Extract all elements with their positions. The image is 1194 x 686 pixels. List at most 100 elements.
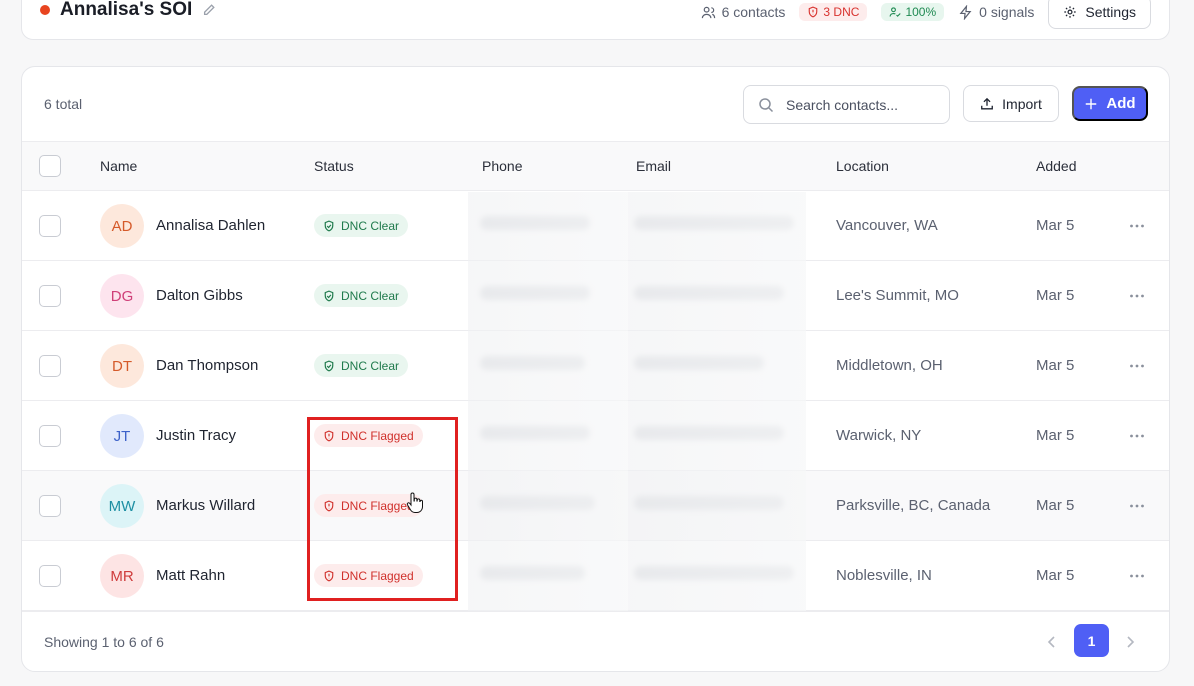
column-header-phone[interactable]: Phone bbox=[482, 158, 522, 174]
table-row[interactable]: DG Dalton Gibbs DNC Clear Lee's Summit, … bbox=[22, 261, 1169, 331]
list-header-card: Annalisa's SOI 6 contacts 3 DNC 100% 0 s… bbox=[21, 0, 1170, 40]
select-all-checkbox[interactable] bbox=[39, 155, 61, 177]
column-header-location[interactable]: Location bbox=[836, 158, 889, 174]
dnc-count-label: 3 DNC bbox=[823, 5, 860, 19]
avatar: MW bbox=[100, 484, 144, 528]
row-checkbox[interactable] bbox=[39, 565, 61, 587]
column-header-added[interactable]: Added bbox=[1036, 158, 1076, 174]
redacted-phone bbox=[480, 496, 595, 510]
add-button-label: Add bbox=[1106, 95, 1136, 112]
status-badge-label: DNC Clear bbox=[341, 358, 400, 373]
contact-name[interactable]: Annalisa Dahlen bbox=[156, 217, 265, 234]
status-badge-label: DNC Flagged bbox=[341, 428, 414, 443]
avatar: DG bbox=[100, 274, 144, 318]
contacts-count: 6 contacts bbox=[701, 4, 785, 20]
shield-icon bbox=[809, 6, 818, 18]
more-options-icon[interactable] bbox=[1128, 287, 1146, 305]
redacted-email bbox=[634, 356, 764, 370]
avatar: JT bbox=[100, 414, 144, 458]
lightning-icon bbox=[959, 4, 972, 20]
status-badge: DNC Flagged bbox=[314, 494, 423, 517]
status-badge: DNC Flagged bbox=[314, 564, 423, 587]
contact-added-date: Mar 5 bbox=[1036, 217, 1075, 234]
shield-check-icon bbox=[324, 219, 334, 232]
pencil-icon[interactable] bbox=[202, 3, 216, 17]
header-stats: 6 contacts 3 DNC 100% 0 signals Settings bbox=[701, 0, 1151, 29]
row-checkbox[interactable] bbox=[39, 285, 61, 307]
contact-added-date: Mar 5 bbox=[1036, 497, 1075, 514]
status-badge: DNC Clear bbox=[314, 284, 409, 307]
table-row[interactable]: MW Markus Willard DNC Flagged Parksville… bbox=[22, 471, 1169, 541]
contact-location: Vancouver, WA bbox=[836, 217, 938, 234]
redacted-phone bbox=[480, 216, 590, 230]
contact-name[interactable]: Dalton Gibbs bbox=[156, 287, 243, 304]
gear-icon bbox=[1064, 6, 1077, 18]
column-header-email[interactable]: Email bbox=[636, 158, 671, 174]
contact-location: Noblesville, IN bbox=[836, 567, 932, 584]
table-row[interactable]: DT Dan Thompson DNC Clear Middletown, OH… bbox=[22, 331, 1169, 401]
status-badge: DNC Clear bbox=[314, 354, 409, 377]
more-options-icon[interactable] bbox=[1128, 217, 1146, 235]
row-checkbox[interactable] bbox=[39, 425, 61, 447]
add-button[interactable]: Add bbox=[1072, 86, 1148, 121]
more-options-icon[interactable] bbox=[1128, 427, 1146, 445]
redacted-phone bbox=[480, 356, 585, 370]
row-checkbox[interactable] bbox=[39, 215, 61, 237]
settings-button[interactable]: Settings bbox=[1048, 0, 1151, 29]
contact-name[interactable]: Matt Rahn bbox=[156, 567, 225, 584]
more-options-icon[interactable] bbox=[1128, 567, 1146, 585]
table-toolbar: 6 total Import Add bbox=[22, 67, 1169, 141]
redacted-email bbox=[634, 566, 794, 580]
more-options-icon[interactable] bbox=[1128, 357, 1146, 375]
signals-count-label: 0 signals bbox=[979, 4, 1035, 20]
shield-alert-icon bbox=[324, 570, 334, 581]
list-title-group: Annalisa's SOI bbox=[40, 0, 216, 21]
list-title: Annalisa's SOI bbox=[60, 0, 193, 20]
users-icon bbox=[701, 6, 715, 18]
contact-added-date: Mar 5 bbox=[1036, 357, 1075, 374]
column-header-name[interactable]: Name bbox=[100, 158, 137, 174]
table-row[interactable]: MR Matt Rahn DNC Flagged Noblesville, IN… bbox=[22, 541, 1169, 611]
total-count: 6 total bbox=[44, 96, 83, 112]
dnc-count-badge: 3 DNC bbox=[799, 3, 868, 21]
avatar: MR bbox=[100, 554, 144, 598]
import-button-label: Import bbox=[1002, 95, 1042, 112]
contact-added-date: Mar 5 bbox=[1036, 567, 1075, 584]
contact-name[interactable]: Markus Willard bbox=[156, 497, 255, 514]
avatar: DT bbox=[100, 344, 144, 388]
redacted-phone bbox=[480, 566, 585, 580]
chevron-left-icon[interactable] bbox=[1044, 634, 1060, 650]
table-footer: Showing 1 to 6 of 6 1 bbox=[22, 611, 1169, 671]
contact-name[interactable]: Justin Tracy bbox=[156, 427, 236, 444]
contact-added-date: Mar 5 bbox=[1036, 287, 1075, 304]
redacted-phone bbox=[480, 426, 590, 440]
status-dot bbox=[40, 5, 50, 15]
upload-icon bbox=[981, 97, 994, 109]
page-button-current[interactable]: 1 bbox=[1074, 624, 1109, 657]
contacts-table-card: 6 total Import Add Name Status Phone Ema… bbox=[21, 66, 1170, 672]
redacted-email bbox=[634, 426, 784, 440]
status-badge-label: DNC Flagged bbox=[341, 498, 414, 513]
row-checkbox[interactable] bbox=[39, 495, 61, 517]
more-options-icon[interactable] bbox=[1128, 497, 1146, 515]
import-button[interactable]: Import bbox=[963, 85, 1059, 122]
table-row[interactable]: AD Annalisa Dahlen DNC Clear Vancouver, … bbox=[22, 191, 1169, 261]
status-badge-label: DNC Flagged bbox=[341, 568, 414, 583]
contact-name[interactable]: Dan Thompson bbox=[156, 357, 258, 374]
redacted-email bbox=[634, 286, 784, 300]
column-header-status[interactable]: Status bbox=[314, 158, 354, 174]
row-checkbox[interactable] bbox=[39, 355, 61, 377]
table-row[interactable]: JT Justin Tracy DNC Flagged Warwick, NY … bbox=[22, 401, 1169, 471]
search-box[interactable] bbox=[743, 85, 950, 124]
contact-location: Lee's Summit, MO bbox=[836, 287, 959, 304]
search-input[interactable] bbox=[786, 96, 936, 113]
clear-percent-label: 100% bbox=[905, 5, 937, 19]
status-badge-label: DNC Clear bbox=[341, 218, 400, 233]
redacted-phone bbox=[480, 286, 590, 300]
shield-alert-icon bbox=[324, 500, 334, 511]
settings-button-label: Settings bbox=[1085, 4, 1136, 20]
chevron-right-icon[interactable] bbox=[1122, 634, 1138, 650]
status-badge: DNC Flagged bbox=[314, 424, 423, 447]
search-icon bbox=[759, 97, 774, 112]
status-badge-label: DNC Clear bbox=[341, 288, 400, 303]
